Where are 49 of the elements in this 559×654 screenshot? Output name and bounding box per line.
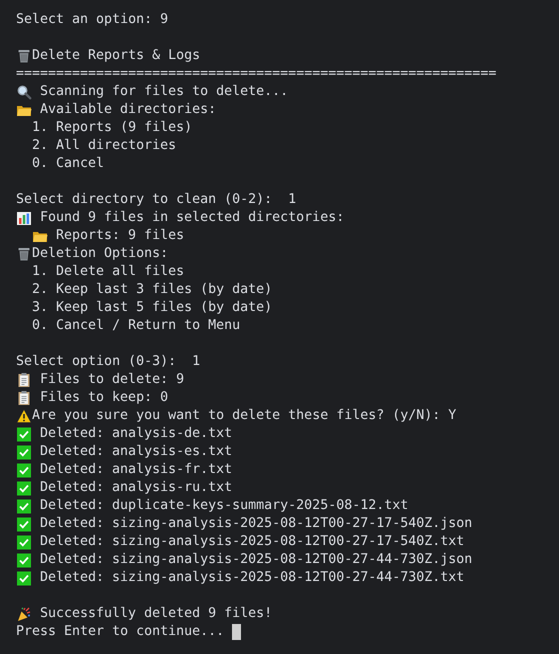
terminal-line: 3. Keep last 5 files (by date) [31,299,272,317]
text-cursor [232,624,242,640]
terminal-line: Deleted: analysis-ru.txt [40,479,232,497]
check-icon [16,426,32,442]
terminal-line: Deleted: sizing-analysis-2025-08-12T00-27-44-730Z.txt [40,569,464,587]
terminal-line: Files to delete: 9 [40,371,184,389]
terminal-line: Deleted: sizing-analysis-2025-08-12T00-27-17-540Z.txt [40,533,464,551]
terminal-line: Reports: 9 files [56,227,184,245]
terminal-line: Deleted: duplicate-keys-summary-2025-08-12.txt [40,497,408,515]
terminal-line: ============================================================ [16,65,496,83]
terminal-line: Select directory to clean (0-2): 1 [16,191,296,209]
terminal-line: Delete Reports & Logs [32,47,200,65]
terminal-line: Select option (0-3): 1 [16,353,200,371]
terminal-line: Deleted: sizing-analysis-2025-08-12T00-27-44-730Z.json [40,551,472,569]
terminal-line: 0. Cancel / Return to Menu [31,317,240,335]
terminal-line: Scanning for files to delete... [40,83,288,101]
terminal-line: Found 9 files in selected directories: [40,209,344,227]
warning-icon [16,408,32,424]
search-icon [16,84,32,100]
clipboard-icon [16,372,32,388]
bar-chart-icon [16,210,32,226]
terminal-line: 2. All directories [31,137,176,155]
party-popper-icon [16,606,32,622]
terminal-line: Successfully deleted 9 files! [40,605,272,623]
terminal-line: 1. Delete all files [31,263,184,281]
trash-icon [16,246,32,262]
terminal-line: Deletion Options: [32,245,168,263]
check-icon [16,444,32,460]
terminal-line: Deleted: analysis-de.txt [40,425,232,443]
terminal-line: Deleted: analysis-fr.txt [40,461,232,479]
check-icon [16,552,32,568]
check-icon [16,498,32,514]
terminal-line: Available directories: [40,101,216,119]
check-icon [16,462,32,478]
check-icon [16,534,32,550]
check-icon [16,570,32,586]
terminal-line: Are you sure you want to delete these files? (y/N): Y [32,407,456,425]
terminal-line: Files to keep: 0 [40,389,168,407]
terminal-line: Press Enter to continue... [16,623,224,641]
trash-icon [16,48,32,64]
terminal-line: 2. Keep last 3 files (by date) [31,281,272,299]
terminal-line: Select an option: 9 [16,11,168,29]
terminal-line: 0. Cancel [31,155,104,173]
terminal-line: 1. Reports (9 files) [31,119,192,137]
check-icon [16,516,32,532]
check-icon [16,480,32,496]
clipboard-icon [16,390,32,406]
terminal-line: Deleted: analysis-es.txt [40,443,232,461]
terminal-line: Deleted: sizing-analysis-2025-08-12T00-27-17-540Z.json [40,515,472,533]
